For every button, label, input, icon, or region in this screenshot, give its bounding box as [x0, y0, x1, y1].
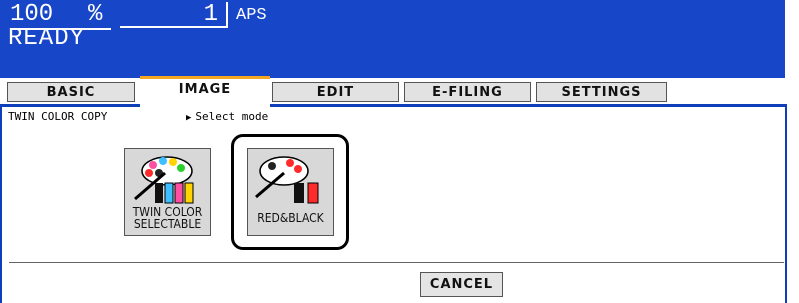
copy-count: 1 [120, 2, 228, 28]
tab-e-filing[interactable]: E-FILING [404, 82, 531, 102]
mode-title: TWIN COLOR COPY [8, 110, 108, 123]
select-prompt: ▶ Select mode [186, 110, 268, 123]
paper-size: APS [236, 6, 267, 25]
cancel-button[interactable]: CANCEL [420, 272, 503, 297]
option-caption: TWIN COLOR SELECTABLE [132, 205, 203, 231]
twin-color-selectable-button[interactable]: TWIN COLOR SELECTABLE [124, 148, 211, 236]
tab-settings[interactable]: SETTINGS [536, 82, 667, 102]
status-header: 100 % 1 APS READY [0, 0, 799, 78]
tab-basic[interactable]: BASIC [7, 82, 135, 102]
tab-underline [0, 104, 799, 107]
zoom-value: 100 [10, 1, 54, 28]
play-arrow-icon: ▶ [186, 113, 192, 123]
tab-image[interactable]: IMAGE [140, 76, 270, 107]
machine-status: READY [8, 25, 86, 52]
zoom-unit: % [88, 1, 103, 28]
tab-edit[interactable]: EDIT [272, 82, 399, 102]
palette-multicolor-icon [134, 156, 194, 204]
divider [9, 262, 784, 263]
red-black-button[interactable]: RED&BLACK [247, 148, 334, 236]
prompt-text: Select mode [195, 110, 269, 123]
palette-red-black-icon [255, 156, 319, 204]
option-caption: RED&BLACK [257, 211, 324, 225]
